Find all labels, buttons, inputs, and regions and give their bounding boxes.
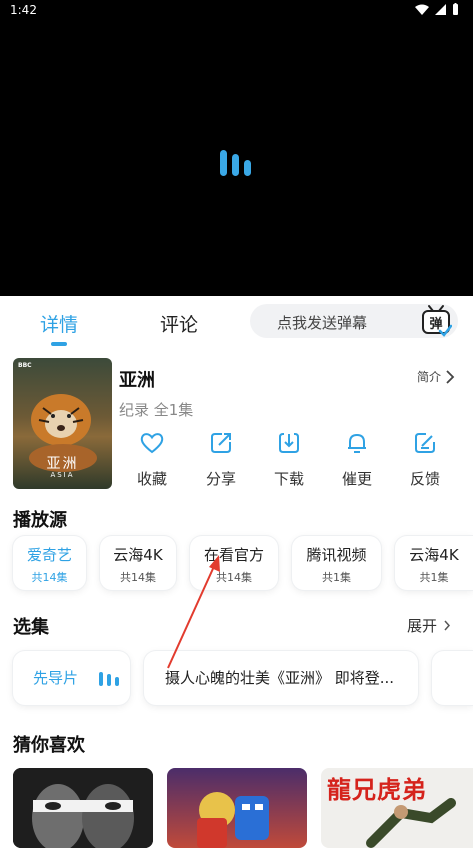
status-icons xyxy=(415,3,459,15)
recommend-poster xyxy=(13,768,153,848)
recommend-poster xyxy=(197,792,269,848)
recommend-title: 猜你喜欢 xyxy=(13,735,85,756)
status-time: 1:42 xyxy=(10,3,37,17)
battery-icon xyxy=(453,3,458,15)
detail-sheet: 详情 评论 点我发送弹幕 弹 BBC 亚洲 ASIA 亚洲 纪录 全1集 简介 xyxy=(0,296,473,848)
wifi-icon xyxy=(415,4,429,15)
video-player[interactable]: 1:42 xyxy=(0,0,473,296)
signal-icon xyxy=(435,3,446,15)
loading-icon xyxy=(220,150,251,176)
recommend-card[interactable] xyxy=(167,768,307,848)
recommend-card[interactable]: 龍兄虎弟 xyxy=(321,768,473,848)
annotation-arrow-icon xyxy=(167,555,220,669)
recommend-card[interactable] xyxy=(13,768,153,848)
